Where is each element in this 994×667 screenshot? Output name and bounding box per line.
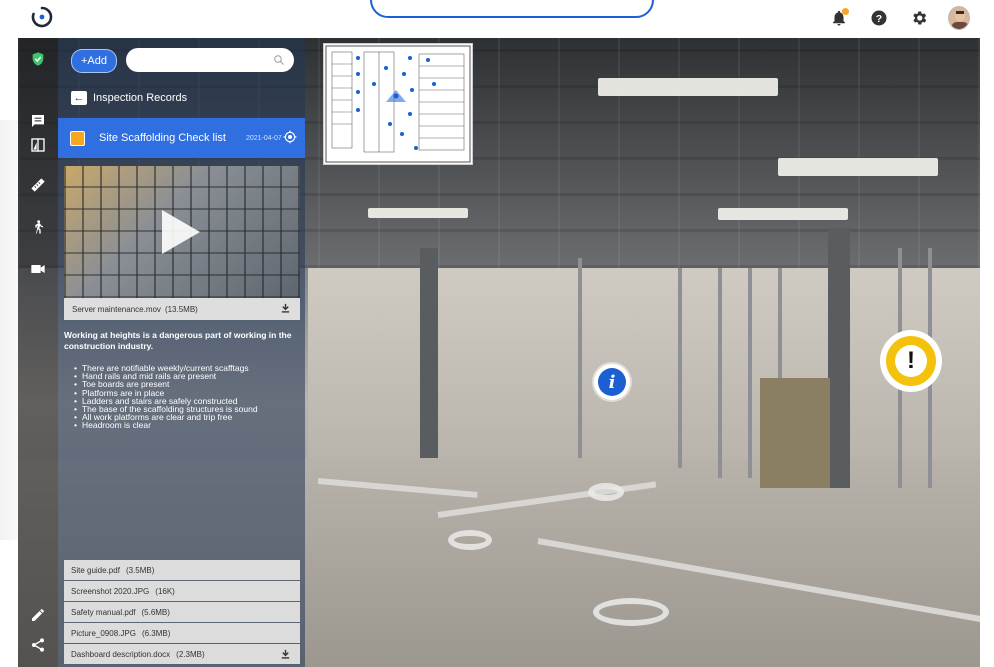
- measure-ruler-icon[interactable]: [27, 174, 49, 196]
- app-logo-icon[interactable]: [30, 5, 54, 29]
- navigation-marker[interactable]: [593, 598, 669, 626]
- record-folder-icon: [70, 130, 85, 146]
- record-date: 2021-04-07: [245, 134, 282, 142]
- attachment-row[interactable]: Dashboard description.docx (2.3MB): [64, 644, 300, 664]
- comment-icon[interactable]: [27, 110, 49, 132]
- video-camera-icon[interactable]: [27, 258, 49, 280]
- back-to-inspection-records[interactable]: ← Inspection Records: [71, 91, 187, 105]
- floor-plan-minimap[interactable]: [323, 43, 473, 165]
- ceiling-light: [598, 78, 778, 96]
- navigation-marker[interactable]: [588, 483, 624, 501]
- steel-column: [420, 248, 438, 458]
- steel-column: [828, 228, 850, 488]
- video-file-row[interactable]: Server maintenance.mov (13.5MB): [64, 298, 300, 320]
- help-icon[interactable]: ?: [868, 7, 890, 29]
- inspection-panel: +Add ← Inspection Records Site Scaffoldi…: [58, 38, 305, 667]
- attachment-size: (5.6MB): [141, 607, 170, 617]
- info-icon: i: [598, 368, 626, 396]
- top-center-tab[interactable]: [370, 0, 654, 18]
- download-icon[interactable]: [280, 302, 291, 316]
- left-toolbar: [18, 38, 58, 667]
- video-filename: Server maintenance.mov: [72, 304, 161, 314]
- top-bar: ?: [0, 0, 994, 38]
- video-player[interactable]: [64, 166, 300, 298]
- attachment-size: (2.3MB): [176, 649, 205, 659]
- checklist: There are notifiable weekly/current scaf…: [64, 364, 296, 430]
- share-icon[interactable]: [27, 634, 49, 656]
- attachment-row[interactable]: Site guide.pdf (3.5MB): [64, 560, 300, 580]
- attachment-row[interactable]: Picture_0908.JPG (6.3MB): [64, 623, 300, 643]
- info-hotspot[interactable]: i: [594, 364, 630, 400]
- video-filesize: (13.5MB): [164, 304, 198, 314]
- attachment-name: Screenshot 2020.JPG: [71, 586, 150, 596]
- record-description: Working at heights is a dangerous part o…: [64, 330, 296, 430]
- locate-target-icon[interactable]: [283, 130, 297, 149]
- attachment-size: (6.3MB): [141, 628, 171, 638]
- page-background-decoration: [0, 120, 20, 540]
- settings-gear-icon[interactable]: [908, 7, 930, 29]
- attachment-name: Picture_0908.JPG: [71, 628, 136, 638]
- compare-split-icon[interactable]: [27, 134, 49, 156]
- attachment-name: Site guide.pdf: [71, 565, 120, 575]
- ceiling-light: [718, 208, 848, 220]
- attachment-row[interactable]: Safety manual.pdf (5.6MB): [64, 602, 300, 622]
- description-heading: Working at heights is a dangerous part o…: [64, 330, 292, 351]
- wall-stud: [578, 258, 582, 458]
- record-header[interactable]: Site Scaffolding Check list 2021-04-07: [58, 118, 305, 158]
- notification-dot: [842, 8, 849, 15]
- add-button[interactable]: +Add: [71, 49, 117, 73]
- wall-stud: [718, 268, 722, 478]
- scene-crate: [760, 378, 830, 488]
- shield-check-icon[interactable]: [27, 48, 49, 70]
- back-label: Inspection Records: [93, 92, 188, 104]
- record-title: Site Scaffolding Check list: [99, 132, 226, 144]
- checklist-item: Headroom is clear: [74, 421, 296, 430]
- attachment-row[interactable]: Screenshot 2020.JPG (16K): [64, 581, 300, 601]
- scene-wall: [308, 268, 980, 468]
- attachment-size: (3.5MB): [125, 565, 155, 575]
- ceiling-light: [368, 208, 468, 218]
- warning-hotspot[interactable]: !: [880, 330, 942, 392]
- attachment-name: Dashboard description.docx: [71, 649, 171, 659]
- back-arrow-icon: ←: [71, 91, 87, 105]
- play-icon[interactable]: [162, 210, 200, 254]
- wall-stud: [678, 268, 682, 468]
- walk-icon[interactable]: [27, 216, 49, 238]
- attachments-list: Site guide.pdf (3.5MB) Screenshot 2020.J…: [64, 560, 300, 665]
- navigation-marker[interactable]: [448, 530, 492, 550]
- user-avatar[interactable]: [948, 6, 970, 30]
- attachment-size: (16K): [155, 586, 175, 596]
- search-input[interactable]: [126, 48, 294, 72]
- warning-icon: !: [895, 345, 927, 377]
- ceiling-light: [778, 158, 938, 176]
- wall-stud: [748, 268, 752, 478]
- download-icon[interactable]: [280, 648, 291, 662]
- svg-text:?: ?: [876, 13, 882, 25]
- notification-bell-icon[interactable]: [828, 7, 850, 29]
- edit-pencil-icon[interactable]: [27, 604, 49, 626]
- search-icon: [273, 53, 285, 71]
- attachment-name: Safety manual.pdf: [71, 607, 136, 617]
